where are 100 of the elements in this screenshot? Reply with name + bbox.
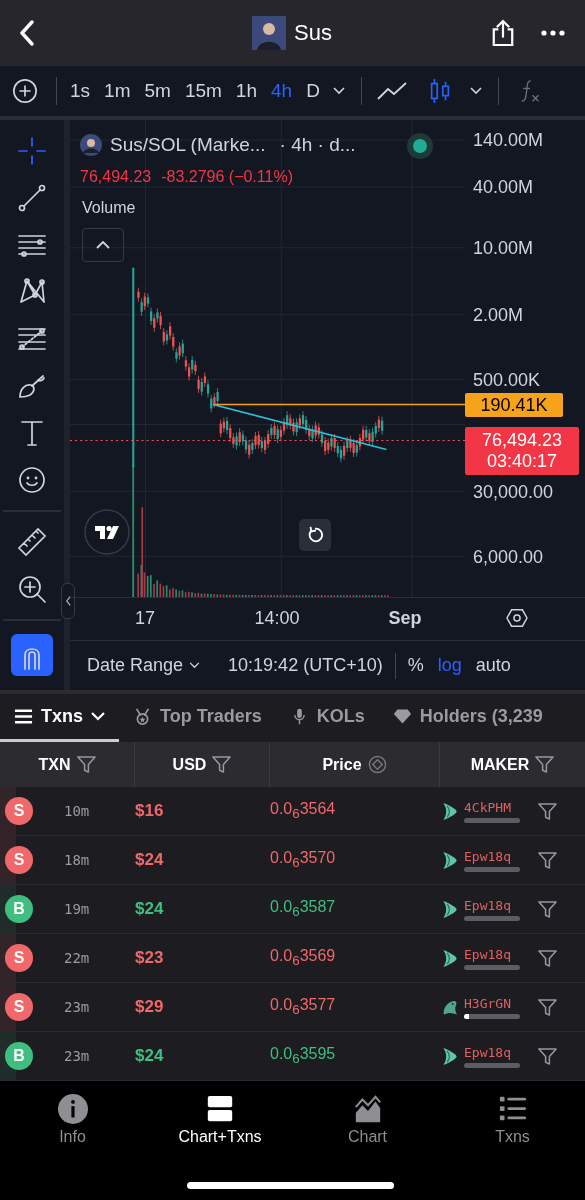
- fin-icon: [442, 850, 458, 870]
- status-dot-icon: [407, 133, 433, 159]
- price-cell: 0.0$_{6}$3564: [270, 800, 336, 818]
- reset-icon: [306, 526, 324, 544]
- filter-icon: [535, 755, 555, 774]
- indicator-label: Volume: [82, 199, 136, 217]
- age-cell: 10m: [64, 803, 90, 819]
- interval-button[interactable]: 4h: [264, 80, 300, 102]
- holding-bar: [464, 964, 520, 970]
- price-cell: 0.0$_{6}$3570: [270, 849, 336, 867]
- usd-cell: $24: [135, 899, 164, 918]
- fin-icon: [442, 801, 458, 821]
- age-cell: 22m: [64, 950, 90, 966]
- age-cell: 23m: [64, 1048, 90, 1064]
- magnet-tool[interactable]: [11, 634, 53, 676]
- usd-cell: $24: [135, 850, 164, 869]
- side-badge: B: [5, 895, 33, 923]
- sort-icon: [367, 755, 387, 774]
- last-price-tag: 76,494.23 03:40:17: [465, 427, 579, 475]
- tab[interactable]: Holders (3,239: [378, 694, 557, 742]
- percent-toggle[interactable]: %: [407, 655, 424, 677]
- nav-tab[interactable]: Chart: [295, 1094, 440, 1146]
- maker-link[interactable]: H3GrGN: [464, 995, 520, 1011]
- filter-icon: [212, 755, 232, 774]
- age-cell: 19m: [64, 901, 90, 917]
- add-icon[interactable]: [12, 78, 38, 104]
- zoom-icon: [16, 573, 48, 605]
- age-cell: 23m: [64, 999, 90, 1015]
- filter-icon: [76, 755, 96, 774]
- price-change: -83.2796 (−0.11%): [161, 168, 293, 186]
- time-axis-label: 14:00: [254, 608, 300, 630]
- side-badge: B: [5, 1042, 33, 1070]
- age-cell: 18m: [64, 852, 90, 868]
- holding-bar: [464, 1062, 520, 1068]
- price-cell: 0.0$_{6}$3595: [270, 1045, 336, 1063]
- interval-button[interactable]: D: [299, 80, 327, 102]
- price-axis-label: 30,000.00: [473, 482, 554, 502]
- ruler-icon: [16, 526, 48, 558]
- symbol-label: Sus/SOL (Marke...: [110, 134, 266, 156]
- logo-icon[interactable]: [84, 509, 130, 555]
- filter-icon[interactable]: [538, 997, 557, 1017]
- avatar: [80, 134, 102, 156]
- last-price: 76,494.23: [80, 168, 152, 186]
- price-cell: 0.0$_{6}$3577: [270, 996, 336, 1014]
- date-range-dropdown[interactable]: Date Range: [87, 655, 201, 677]
- collapse-button[interactable]: [82, 228, 124, 262]
- maker-link[interactable]: 4CkPHM: [464, 799, 520, 815]
- price-axis-label: 140.00M: [473, 130, 544, 150]
- ruler-tool[interactable]: [15, 525, 49, 559]
- interval-button[interactable]: 1h: [228, 80, 264, 102]
- reset-button[interactable]: [299, 519, 331, 551]
- crosshair-icon: [16, 135, 48, 167]
- tab[interactable]: KOLs: [275, 694, 379, 742]
- interval-button[interactable]: 1s: [63, 80, 98, 102]
- clock-label: 10:19:42 (UTC+10): [228, 655, 383, 677]
- info-icon: [57, 1094, 88, 1124]
- collapse-handle[interactable]: [61, 583, 75, 619]
- interval-button[interactable]: 1m: [97, 80, 138, 102]
- side-badge: S: [5, 944, 33, 972]
- filter-icon[interactable]: [538, 850, 557, 870]
- maker-link[interactable]: Epw18q: [464, 946, 520, 962]
- chevron-down-icon: [91, 712, 105, 721]
- nav-tab[interactable]: Txns: [440, 1094, 585, 1146]
- price-cell: 0.0$_{6}$3569: [270, 947, 336, 965]
- auto-toggle[interactable]: auto: [475, 655, 511, 677]
- fin-icon: [442, 1046, 458, 1066]
- price-axis-label: 2.00M: [473, 305, 524, 325]
- tab[interactable]: Top Traders: [119, 694, 276, 742]
- price-axis-label: 6,000.00: [473, 547, 544, 567]
- usd-cell: $23: [135, 948, 164, 967]
- interval-button[interactable]: 15m: [177, 80, 229, 102]
- nav-tab[interactable]: Chart+Txns: [145, 1094, 295, 1146]
- maker-link[interactable]: Epw18q: [464, 1044, 520, 1060]
- log-toggle[interactable]: log: [437, 655, 462, 677]
- filter-icon[interactable]: [538, 1046, 557, 1066]
- holding-bar: [464, 915, 520, 921]
- filter-icon[interactable]: [538, 801, 557, 821]
- more-icon[interactable]: [541, 30, 565, 36]
- price-axis-label: 10.00M: [473, 238, 534, 258]
- nav-tab[interactable]: Info: [0, 1094, 145, 1146]
- settings-icon[interactable]: [506, 608, 528, 629]
- usd-cell: $16: [135, 801, 164, 820]
- chevron-down-icon[interactable]: [332, 87, 345, 95]
- chevron-down-icon: [189, 662, 201, 670]
- filter-icon[interactable]: [538, 948, 557, 968]
- interval-button[interactable]: 5m: [137, 80, 178, 102]
- trend-line[interactable]: [212, 403, 388, 451]
- emoji-icon: [16, 464, 48, 496]
- chevron-down-icon[interactable]: [469, 87, 482, 95]
- back-icon[interactable]: [19, 20, 35, 46]
- crosshair-tool[interactable]: [15, 134, 49, 168]
- filter-icon[interactable]: [538, 899, 557, 919]
- maker-link[interactable]: Epw18q: [464, 897, 520, 913]
- maker-link[interactable]: Epw18q: [464, 848, 520, 864]
- medal-icon: [133, 708, 152, 725]
- share-icon[interactable]: [491, 19, 515, 47]
- holding-bar: [464, 866, 520, 872]
- split-view-icon: [205, 1094, 235, 1124]
- column-header[interactable]: MAKER: [440, 742, 585, 787]
- price-axis-label: 40.00M: [473, 177, 534, 197]
